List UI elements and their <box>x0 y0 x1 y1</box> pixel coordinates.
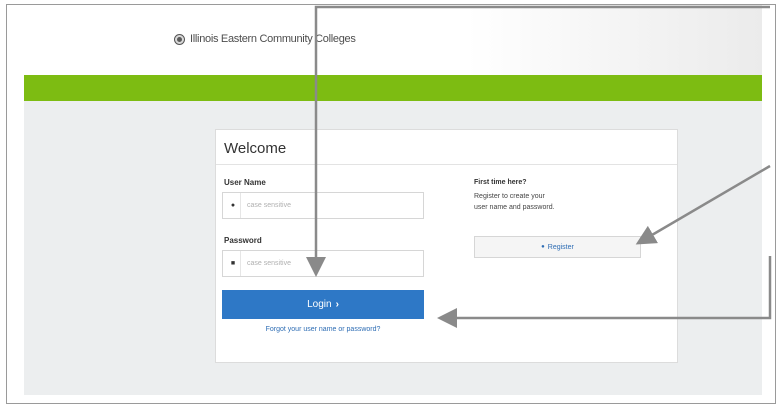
callout-arrow-forgot <box>437 256 772 328</box>
callout-arrows <box>306 5 772 328</box>
callout-arrow-username <box>306 5 770 277</box>
callout-arrow-register <box>635 164 771 245</box>
